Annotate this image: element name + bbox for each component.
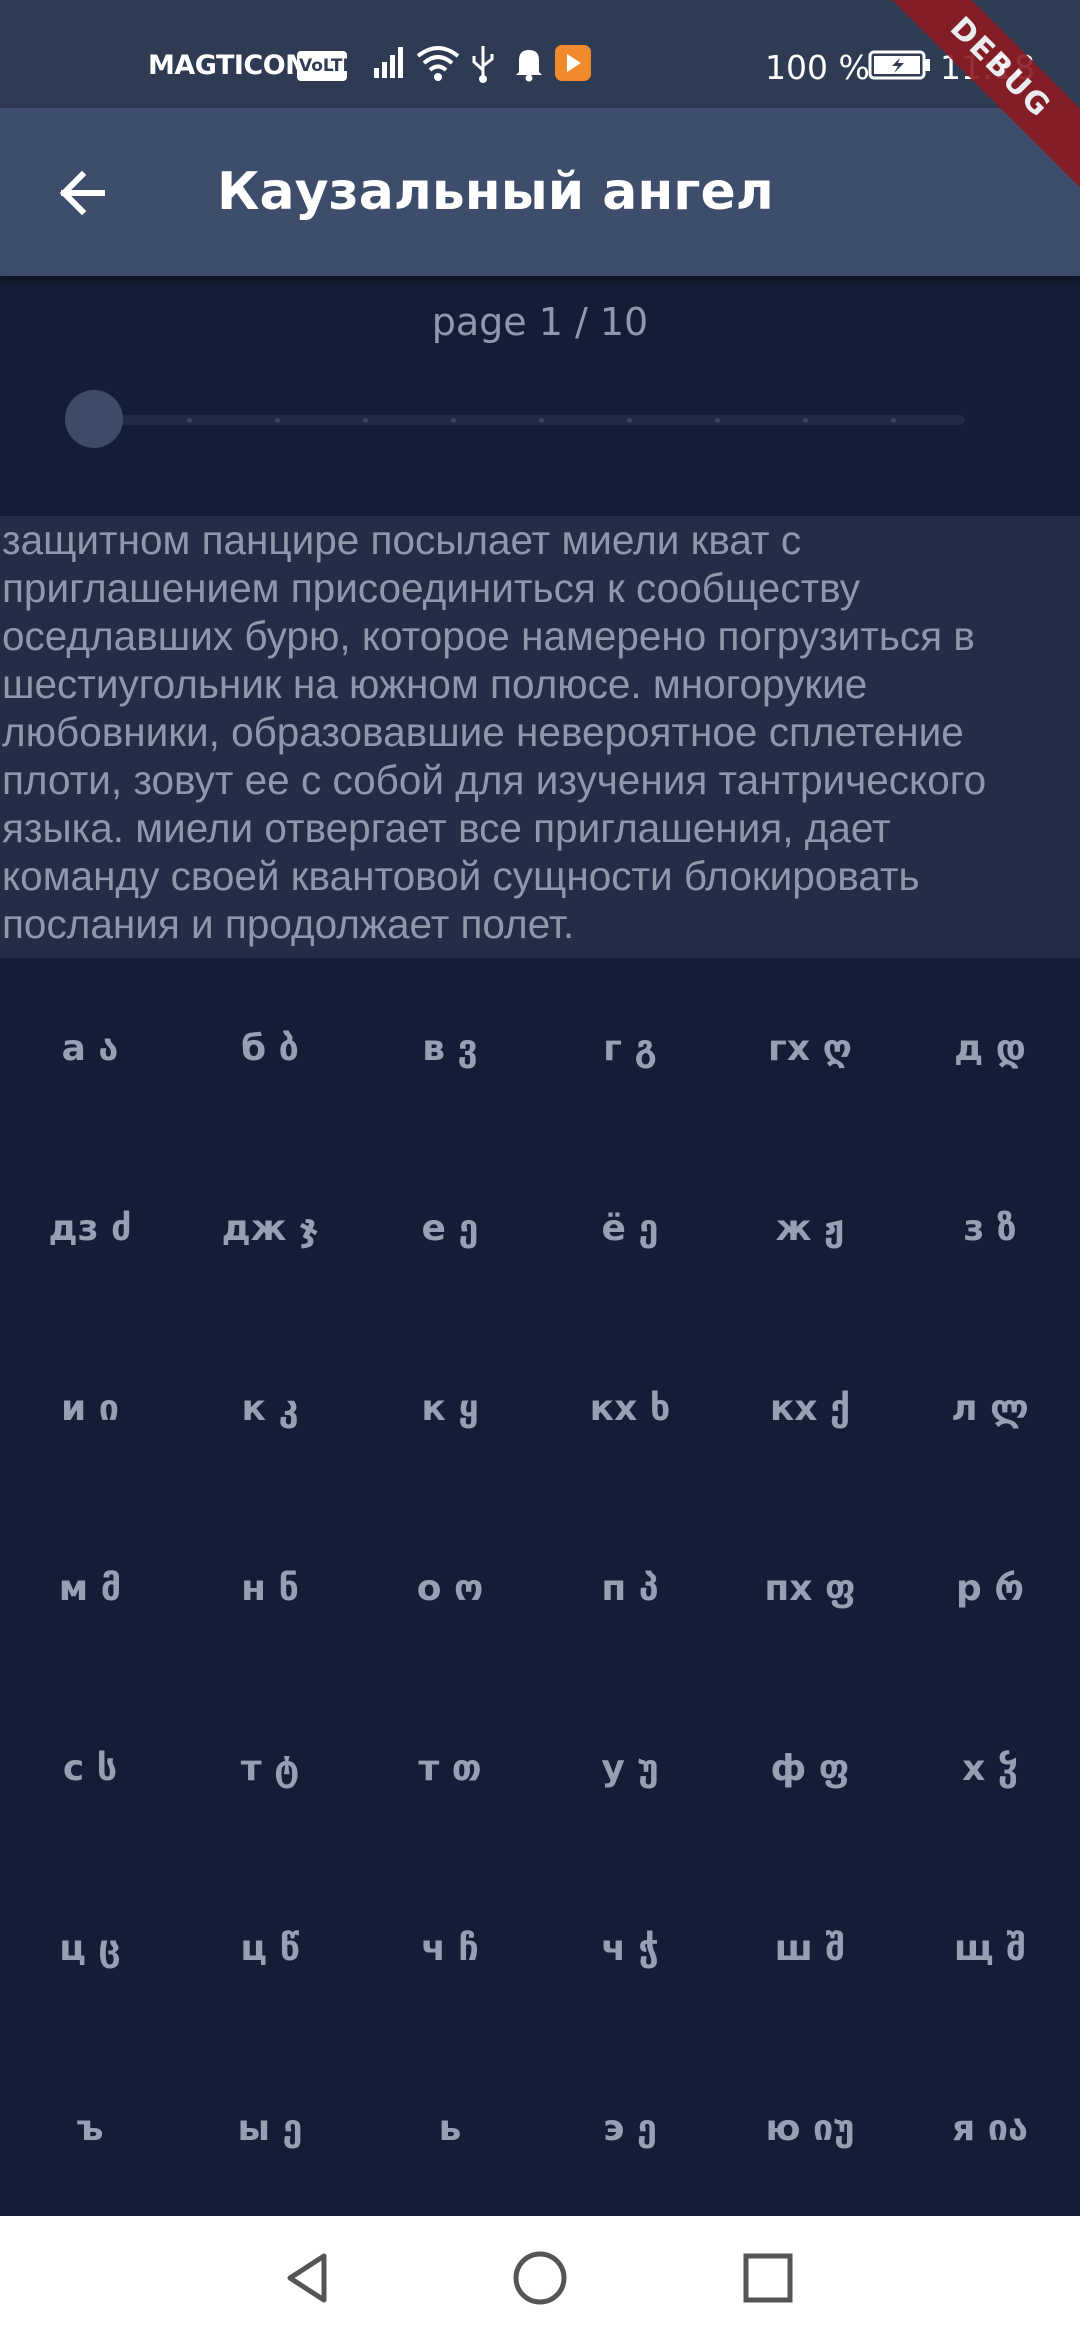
slider-tick	[627, 418, 632, 423]
arrow-back-icon	[59, 170, 105, 216]
keyboard-key[interactable]: ю იუ	[720, 2038, 900, 2218]
slider-track[interactable]	[95, 415, 965, 425]
keyboard-key[interactable]: пх ფ	[720, 1498, 900, 1678]
transliteration-keyboard: а აб ბв ვг გ гх ღд დ дз ძ дж ჯе ეё ეж ჟз ზ и…	[0, 958, 1080, 2214]
keyboard-key[interactable]: ш შ	[720, 1858, 900, 2038]
keyboard-key[interactable]: кх ქ	[720, 1318, 900, 1498]
keyboard-key[interactable]: ч ჭ	[540, 1858, 720, 2038]
keyboard-key[interactable]: ь	[360, 2038, 540, 2218]
keyboard-key[interactable]: к ყ	[360, 1318, 540, 1498]
keyboard-key[interactable]: р რ	[900, 1498, 1080, 1678]
nav-home-icon	[513, 2251, 567, 2305]
keyboard-key[interactable]: к კ	[180, 1318, 360, 1498]
keyboard-key[interactable]: з ზ	[900, 1138, 1080, 1318]
keyboard-key[interactable]: э ე	[540, 2038, 720, 2218]
keyboard-key[interactable]: о ო	[360, 1498, 540, 1678]
page-indicator: page 1 / 10	[431, 300, 649, 344]
keyboard-key[interactable]: ё ე	[540, 1138, 720, 1318]
keyboard-key[interactable]: г გ	[540, 958, 720, 1138]
keyboard-key[interactable]: н ნ	[180, 1498, 360, 1678]
keyboard-key[interactable]: ц ც	[0, 1858, 180, 2038]
nav-back-button[interactable]	[272, 2242, 344, 2314]
keyboard-key[interactable]: а ა	[0, 958, 180, 1138]
keyboard-key[interactable]: х ჴ	[900, 1678, 1080, 1858]
keyboard-key[interactable]: т თ	[360, 1678, 540, 1858]
wifi-icon	[416, 44, 460, 86]
keyboard-key[interactable]: т ტ	[180, 1678, 360, 1858]
slider-tick	[803, 418, 808, 423]
keyboard-key[interactable]: б ბ	[180, 958, 360, 1138]
app-bar: Каузальный ангел	[0, 108, 1080, 276]
slider-tick	[539, 418, 544, 423]
keyboard-key[interactable]: ы ე	[180, 2038, 360, 2218]
keyboard-key[interactable]: ъ	[0, 2038, 180, 2218]
slider-thumb[interactable]	[65, 390, 123, 448]
slider-tick	[891, 418, 896, 423]
keyboard-key[interactable]: ж ჟ	[720, 1138, 900, 1318]
keyboard-key[interactable]: ч ჩ	[360, 1858, 540, 2038]
keyboard-key[interactable]: л ლ	[900, 1318, 1080, 1498]
usb-icon	[470, 44, 496, 88]
keyboard-key[interactable]: у უ	[540, 1678, 720, 1858]
slider-tick	[451, 418, 456, 423]
keyboard-key[interactable]: я ია	[900, 2038, 1080, 2218]
nav-back-icon	[287, 2253, 327, 2303]
keyboard-key[interactable]: кх ხ	[540, 1318, 720, 1498]
app-notification-icon	[554, 44, 592, 86]
keyboard-key[interactable]: гх ღ	[720, 958, 900, 1138]
slider-tick	[275, 418, 280, 423]
keyboard-key[interactable]: с ს	[0, 1678, 180, 1858]
keyboard-key[interactable]: дж ჯ	[180, 1138, 360, 1318]
keyboard-key[interactable]: д დ	[900, 958, 1080, 1138]
keyboard-key[interactable]: е ე	[360, 1138, 540, 1318]
signal-icon	[372, 44, 408, 84]
battery-charging-icon	[868, 50, 932, 84]
keyboard-key[interactable]: щ შ	[900, 1858, 1080, 2038]
page-slider[interactable]	[65, 390, 985, 450]
text-panel[interactable]: защитном панцире посылает миели кват с п…	[0, 516, 1080, 958]
keyboard-key[interactable]: и ი	[0, 1318, 180, 1498]
slider-tick	[363, 418, 368, 423]
keyboard-key[interactable]: ф ფ	[720, 1678, 900, 1858]
system-nav-bar	[0, 2216, 1080, 2340]
keyboard-key[interactable]: в ვ	[360, 958, 540, 1138]
slider-tick	[715, 418, 720, 423]
nav-recents-icon	[743, 2253, 793, 2303]
keyboard-key[interactable]: дз ძ	[0, 1138, 180, 1318]
nav-recents-button[interactable]	[732, 2242, 804, 2314]
page-title: Каузальный ангел	[217, 162, 774, 222]
keyboard-key[interactable]: п პ	[540, 1498, 720, 1678]
notification-bell-icon	[514, 44, 544, 86]
back-button[interactable]	[46, 153, 126, 233]
battery-percent: 100 %	[765, 48, 870, 87]
carrier-name: MAGTICOM	[148, 50, 312, 81]
slider-tick	[187, 418, 192, 423]
keyboard-key[interactable]: м მ	[0, 1498, 180, 1678]
volte-badge: VoLTE	[297, 51, 354, 81]
story-text: защитном панцире посылает миели кват с п…	[2, 517, 987, 947]
nav-home-button[interactable]	[504, 2242, 576, 2314]
keyboard-key[interactable]: ц წ	[180, 1858, 360, 2038]
